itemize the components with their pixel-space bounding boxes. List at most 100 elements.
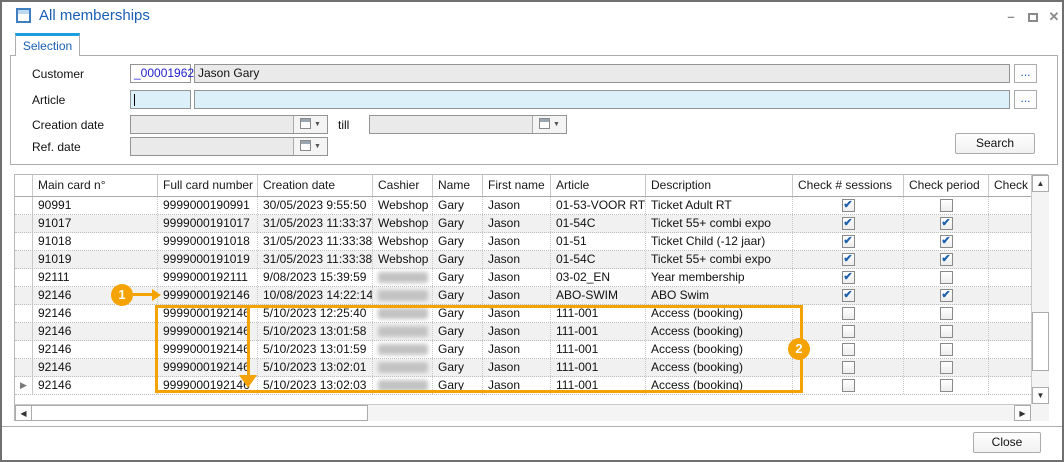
article-code-field[interactable] bbox=[130, 90, 191, 109]
scroll-left-icon[interactable]: ◀ bbox=[15, 405, 32, 421]
maximize-icon[interactable] bbox=[1025, 10, 1041, 24]
check-period-checkbox[interactable] bbox=[940, 307, 953, 320]
row-selector-cell[interactable] bbox=[15, 359, 33, 376]
minimize-icon[interactable]: – bbox=[1003, 10, 1019, 24]
cell-main-card[interactable]: 92111 bbox=[33, 269, 158, 286]
cell-check-extra[interactable] bbox=[989, 233, 1031, 250]
column-header[interactable]: Article bbox=[551, 175, 646, 196]
till-date-picker-button[interactable]: ▼ bbox=[532, 116, 566, 133]
cell-article[interactable]: ABO-SWIM bbox=[551, 287, 646, 304]
cell-first-name[interactable]: Jason bbox=[483, 197, 551, 214]
horizontal-scrollbar[interactable]: ◀ ▶ bbox=[15, 404, 1031, 421]
column-header[interactable]: First name bbox=[483, 175, 551, 196]
check-period-checkbox[interactable] bbox=[940, 325, 953, 338]
column-header[interactable]: Main card n° bbox=[33, 175, 158, 196]
check-period-checkbox[interactable] bbox=[940, 379, 953, 392]
cell-article[interactable]: 01-51 bbox=[551, 233, 646, 250]
cell-first-name[interactable]: Jason bbox=[483, 215, 551, 232]
cell-cashier[interactable]: Webshop bbox=[373, 251, 433, 268]
check-period-checkbox[interactable] bbox=[940, 199, 953, 212]
cell-main-card[interactable]: 91017 bbox=[33, 215, 158, 232]
creation-date-field[interactable]: ▼ bbox=[130, 115, 328, 134]
check-sessions-checkbox[interactable]: ✔ bbox=[842, 217, 855, 230]
tab-selection[interactable]: Selection bbox=[15, 33, 80, 56]
check-sessions-checkbox[interactable] bbox=[842, 325, 855, 338]
cell-cashier[interactable]: Webshop bbox=[373, 233, 433, 250]
horizontal-scrollbar-thumb[interactable] bbox=[31, 405, 368, 421]
customer-name-field[interactable]: Jason Gary bbox=[194, 64, 1010, 83]
row-selector-cell[interactable] bbox=[15, 323, 33, 340]
cell-first-name[interactable]: Jason bbox=[483, 251, 551, 268]
article-name-field[interactable] bbox=[194, 90, 1010, 109]
till-date-value[interactable] bbox=[370, 116, 532, 135]
cell-full-card[interactable]: 9999000190991 bbox=[158, 197, 258, 214]
cell-first-name[interactable]: Jason bbox=[483, 233, 551, 250]
cell-main-card[interactable]: 91018 bbox=[33, 233, 158, 250]
cell-full-card[interactable]: 9999000191019 bbox=[158, 251, 258, 268]
cell-name[interactable]: Gary bbox=[433, 215, 483, 232]
cell-check-extra[interactable] bbox=[989, 197, 1031, 214]
table-row[interactable]: 90991999900019099130/05/2023 9:55:50Webs… bbox=[15, 197, 1031, 215]
article-browse-button[interactable]: ... bbox=[1014, 90, 1037, 109]
check-sessions-checkbox[interactable]: ✔ bbox=[842, 253, 855, 266]
customer-browse-button[interactable]: ... bbox=[1014, 64, 1037, 83]
ref-date-field[interactable]: ▼ bbox=[130, 137, 328, 156]
cell-full-card[interactable]: 9999000191018 bbox=[158, 233, 258, 250]
cell-full-card[interactable]: 9999000191017 bbox=[158, 215, 258, 232]
cell-name[interactable]: Gary bbox=[433, 233, 483, 250]
row-selector-cell[interactable] bbox=[15, 197, 33, 214]
check-sessions-checkbox[interactable]: ✔ bbox=[842, 199, 855, 212]
check-period-checkbox[interactable]: ✔ bbox=[940, 253, 953, 266]
cell-main-card[interactable]: 92146 bbox=[33, 305, 158, 322]
cell-article[interactable]: 03-02_EN bbox=[551, 269, 646, 286]
check-period-checkbox[interactable]: ✔ bbox=[940, 235, 953, 248]
table-row[interactable]: 9211199990001921119/08/2023 15:39:59 Gary… bbox=[15, 269, 1031, 287]
column-header[interactable]: Cashier bbox=[373, 175, 433, 196]
cell-full-card[interactable]: 9999000192111 bbox=[158, 269, 258, 286]
check-sessions-checkbox[interactable] bbox=[842, 343, 855, 356]
customer-number-field[interactable]: _00001962 bbox=[130, 64, 191, 83]
cell-name[interactable]: Gary bbox=[433, 269, 483, 286]
cell-check-extra[interactable] bbox=[989, 305, 1031, 322]
row-selector-cell[interactable] bbox=[15, 305, 33, 322]
row-selector-cell[interactable]: ▶ bbox=[15, 377, 33, 394]
check-period-checkbox[interactable] bbox=[940, 361, 953, 374]
cell-article[interactable]: 01-54C bbox=[551, 215, 646, 232]
row-selector-header[interactable] bbox=[15, 175, 33, 196]
ref-date-value[interactable] bbox=[131, 138, 293, 157]
scroll-down-icon[interactable]: ▼ bbox=[1032, 387, 1049, 404]
cell-check-extra[interactable] bbox=[989, 215, 1031, 232]
till-date-field[interactable]: ▼ bbox=[369, 115, 567, 134]
cell-creation-date[interactable]: 10/08/2023 14:22:14 bbox=[258, 287, 373, 304]
cell-cashier[interactable]: Webshop bbox=[373, 197, 433, 214]
check-sessions-checkbox[interactable] bbox=[842, 307, 855, 320]
cell-check-extra[interactable] bbox=[989, 269, 1031, 286]
cell-check-extra[interactable] bbox=[989, 341, 1031, 358]
check-sessions-checkbox[interactable] bbox=[842, 361, 855, 374]
cell-check-extra[interactable] bbox=[989, 251, 1031, 268]
vertical-scrollbar-thumb[interactable] bbox=[1032, 312, 1049, 371]
check-period-checkbox[interactable]: ✔ bbox=[940, 289, 953, 302]
row-selector-cell[interactable] bbox=[15, 233, 33, 250]
creation-date-value[interactable] bbox=[131, 116, 293, 135]
scroll-up-icon[interactable]: ▲ bbox=[1032, 175, 1049, 192]
cell-name[interactable]: Gary bbox=[433, 287, 483, 304]
check-sessions-checkbox[interactable]: ✔ bbox=[842, 271, 855, 284]
cell-description[interactable]: ABO Swim bbox=[646, 287, 793, 304]
table-row[interactable]: 92146999900019214610/08/2023 14:22:14Gar… bbox=[15, 287, 1031, 305]
cell-name[interactable]: Gary bbox=[433, 197, 483, 214]
column-header[interactable]: Check # sessions bbox=[793, 175, 904, 196]
vertical-scrollbar[interactable]: ▲ ▼ bbox=[1031, 175, 1049, 405]
ref-date-picker-button[interactable]: ▼ bbox=[293, 138, 327, 155]
cell-check-extra[interactable] bbox=[989, 323, 1031, 340]
search-button[interactable]: Search bbox=[955, 133, 1035, 154]
cell-name[interactable]: Gary bbox=[433, 251, 483, 268]
check-period-checkbox[interactable] bbox=[940, 343, 953, 356]
close-button[interactable]: Close bbox=[973, 432, 1041, 453]
cell-cashier[interactable] bbox=[373, 269, 433, 286]
cell-creation-date[interactable]: 9/08/2023 15:39:59 bbox=[258, 269, 373, 286]
cell-main-card[interactable]: 92146 bbox=[33, 377, 158, 394]
cell-creation-date[interactable]: 30/05/2023 9:55:50 bbox=[258, 197, 373, 214]
cell-creation-date[interactable]: 31/05/2023 11:33:38 bbox=[258, 233, 373, 250]
column-header[interactable]: Check se bbox=[989, 175, 1031, 196]
